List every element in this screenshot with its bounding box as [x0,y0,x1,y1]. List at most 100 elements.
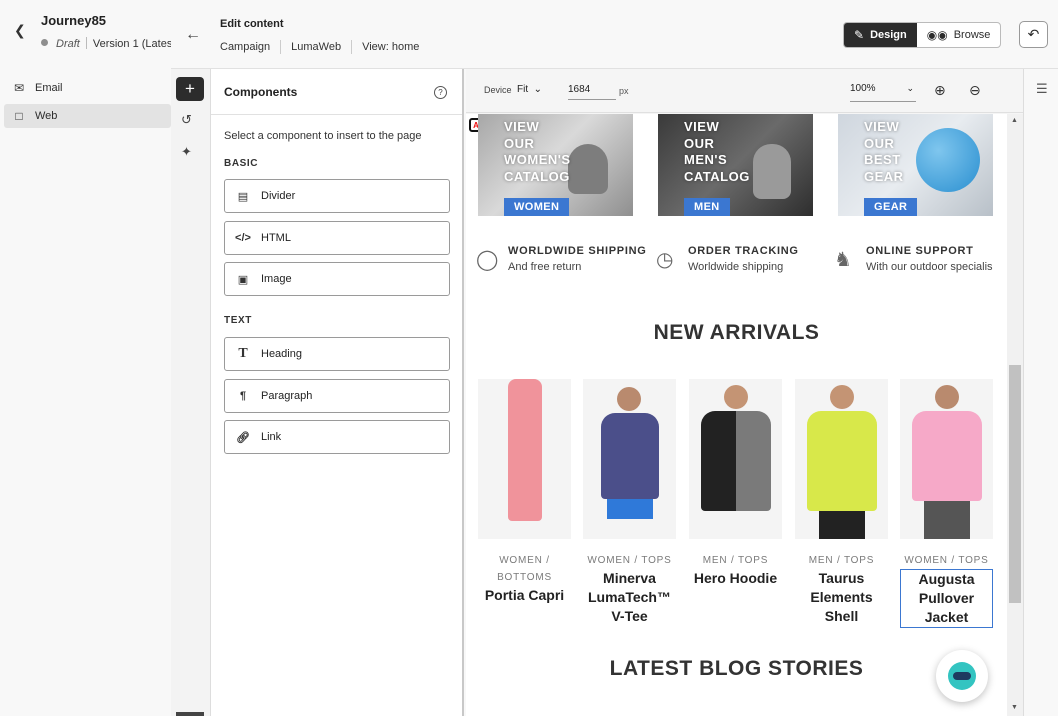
properties-rail: ☰ [1023,69,1058,716]
paragraph-icon: ¶ [239,390,247,402]
width-input[interactable] [568,80,616,100]
new-arrivals-heading: NEW ARRIVALS [653,321,820,344]
section-text: TEXT [224,315,252,326]
status-label: Draft [56,38,80,50]
component-html[interactable]: </> HTML [224,221,450,255]
heading-icon: T [238,346,248,361]
component-divider[interactable]: ▤ Divider [224,179,450,213]
select-element-icon[interactable]: ✦ [181,144,192,160]
product-category: WOMEN / TOPS [587,555,672,566]
scrollbar-thumb[interactable] [1009,365,1021,603]
component-link[interactable]: 🔗︎ Link [224,420,450,454]
components-panel: Components ? Select a component to inser… [211,69,464,716]
chevron-down-icon: ⌄ [906,83,914,93]
zoom-select[interactable]: 100% ⌄ [850,83,916,102]
undo-icon: ↶ [1027,26,1040,42]
athlete-figure [753,144,791,199]
product-image[interactable] [900,379,993,539]
product-image[interactable] [689,379,782,539]
product-category: WOMEN / TOPS [904,555,989,566]
chevron-down-icon: ⌄ [533,84,543,95]
journey-panel: ❮ Journey85 Draft Version 1 (Latest) ✉ Em… [0,0,171,716]
canvas-scrollbar[interactable]: ▲ ▼ [1007,114,1023,716]
back-chevron-icon[interactable]: ❮ [14,22,28,38]
width-unit: px [619,86,629,96]
device-label: Device [484,85,512,95]
globe-icon: ◯ [476,249,499,271]
scroll-down-icon[interactable]: ▼ [1011,704,1018,711]
web-page-preview[interactable]: A VIEW OUR WOMEN'S CATALOG WOMEN VIEW OU… [466,114,1007,716]
canvas-toolbar: Device Fit ⌄ px 100% ⌄ ⊕ ⊖ [466,69,1023,113]
history-icon[interactable]: ↺ [181,112,192,128]
component-heading[interactable]: T Heading [224,337,450,371]
product-card[interactable]: WOMEN / TOPS Minerva LumaTech™ V-Tee [583,379,676,626]
arrow-left-icon[interactable]: ← [185,26,201,44]
product-image[interactable] [795,379,888,539]
mode-switch: ✎ Design ◉◉ Browse [843,22,1002,48]
editor-title: Edit content [220,18,284,30]
journey-status: Draft Version 1 (Latest) [41,37,171,50]
feature-tracking: ◷ ORDER TRACKING Worldwide shipping [656,245,799,273]
nav-item-email[interactable]: ✉ Email [4,76,171,100]
breadcrumb-campaign[interactable]: Campaign [220,41,270,53]
product-card[interactable]: WOMEN / TOPS Augusta Pullover Jacket [900,379,993,628]
scroll-up-icon[interactable]: ▲ [1011,117,1018,124]
promo-gear[interactable]: VIEW OUR BEST GEAR GEAR [838,114,993,216]
version-label: Version 1 (Latest) [92,38,171,50]
browser-window-icon: □ [15,109,23,123]
product-name[interactable]: Hero Hoodie [689,569,782,588]
journey-title: Journey85 [41,13,107,28]
product-image[interactable] [583,379,676,539]
product-image[interactable] [478,379,571,539]
product-name[interactable]: Minerva LumaTech™ V-Tee [583,569,676,626]
plus-icon: + [185,79,195,98]
blog-heading: LATEST BLOG STORIES [609,657,864,680]
mail-icon: ✉ [13,81,25,95]
nav-item-web[interactable]: □ Web [4,104,171,128]
zoom-out-icon[interactable]: ⊖ [969,82,981,99]
exercise-ball [916,128,980,192]
product-card[interactable]: MEN / TOPS Hero Hoodie [689,379,782,588]
promo-tag[interactable]: GEAR [864,198,918,216]
zoom-in-icon[interactable]: ⊕ [934,82,946,99]
help-icon[interactable]: ? [434,86,447,99]
component-image[interactable]: ▣ Image [224,262,450,296]
editor-header: ← Edit content Campaign LumaWeb View: ho… [171,0,1058,69]
breadcrumb-view[interactable]: View: home [362,41,419,53]
support-head-icon: ♞ [834,249,852,271]
browse-mode-button[interactable]: ◉◉ Browse [917,23,1001,47]
promo-men[interactable]: VIEW OUR MEN'S CATALOG MEN [658,114,813,216]
component-paragraph[interactable]: ¶ Paragraph [224,379,450,413]
nav-item-label: Web [35,110,58,122]
breadcrumb: Campaign LumaWeb View: home [220,40,419,54]
section-basic: BASIC [224,158,259,169]
chatbot-button[interactable] [936,650,988,702]
promo-tag[interactable]: WOMEN [504,198,570,216]
divider-icon: ▤ [237,190,249,203]
undo-button[interactable]: ↶ [1019,21,1048,48]
promo-women[interactable]: VIEW OUR WOMEN'S CATALOG WOMEN [478,114,633,216]
binoculars-icon: ◉◉ [926,28,948,42]
nav-item-label: Email [35,82,63,94]
product-category: WOMEN / BOTTOMS [497,555,552,583]
promo-tag[interactable]: MEN [684,198,730,216]
breadcrumb-lumaweb[interactable]: LumaWeb [291,41,341,53]
design-mode-button[interactable]: ✎ Design [844,23,917,47]
add-components-button[interactable]: + [176,77,204,101]
panel-subtitle: Select a component to insert to the page [224,130,422,142]
product-card[interactable]: WOMEN / BOTTOMS Portia Capri [478,379,571,605]
device-select[interactable]: Fit ⌄ [517,84,542,95]
product-category: MEN / TOPS [702,555,769,566]
link-icon: 🔗︎ [236,431,250,444]
pencil-icon: ✎ [854,28,865,42]
product-category: MEN / TOPS [808,555,875,566]
athlete-figure [568,144,608,194]
product-name[interactable]: Taurus Elements Shell [795,569,888,626]
feature-support: ♞ ONLINE SUPPORT With our outdoor specia… [834,245,993,273]
product-card[interactable]: MEN / TOPS Taurus Elements Shell [795,379,888,626]
image-icon: ▣ [237,273,249,286]
product-name[interactable]: Portia Capri [478,586,571,605]
settings-sliders-icon[interactable]: ☰ [1036,81,1048,97]
product-name-selected[interactable]: Augusta Pullover Jacket [900,569,993,628]
feature-shipping: ◯ WORLDWIDE SHIPPING And free return [476,245,647,273]
